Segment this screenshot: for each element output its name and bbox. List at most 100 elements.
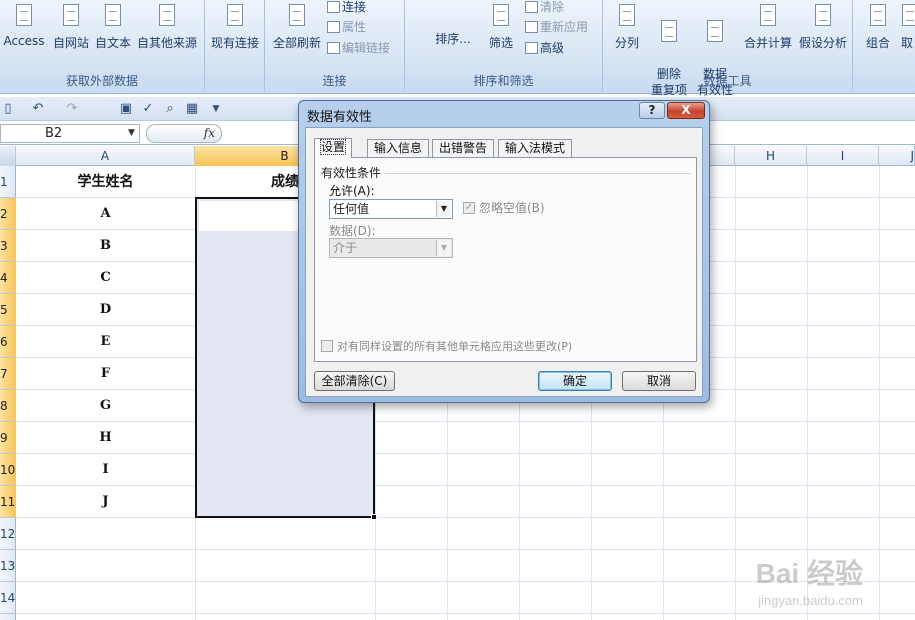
text-file-icon — [102, 4, 124, 32]
edit-links-button[interactable]: 编辑链接 — [327, 39, 390, 56]
row-header[interactable]: 13 — [0, 550, 16, 582]
sort-button[interactable]: 排序... — [433, 30, 473, 47]
data-select[interactable]: 介于 ▼ — [329, 238, 453, 258]
allow-select[interactable]: 任何值 ▼ — [329, 199, 453, 219]
undo-icon[interactable]: ↶ — [30, 101, 46, 117]
redo-icon[interactable]: ↷ — [64, 101, 80, 117]
access-button[interactable]: Access — [0, 4, 48, 48]
section-divider — [385, 173, 691, 174]
tab-settings[interactable]: 设置 — [314, 138, 353, 158]
customize-qat-icon[interactable]: ▼ — [208, 101, 224, 117]
clear-all-button[interactable]: 全部清除(C) — [314, 371, 395, 391]
link-icon — [327, 1, 340, 13]
table-cell[interactable]: A — [16, 198, 195, 230]
active-cell[interactable] — [199, 201, 299, 231]
table-cell[interactable]: D — [16, 294, 195, 326]
column-header[interactable]: H — [735, 146, 807, 166]
filter-button[interactable]: 筛选 — [481, 4, 521, 51]
save-icon[interactable]: ▣ — [118, 101, 134, 117]
ungroup-icon — [899, 4, 915, 32]
funnel-icon — [490, 4, 512, 32]
column-header[interactable]: J — [879, 146, 915, 166]
table-cell[interactable]: H — [16, 422, 195, 454]
columns-icon — [616, 4, 638, 32]
table-cell[interactable]: E — [16, 326, 195, 358]
what-if-analysis-button[interactable]: 假设分析 — [797, 4, 849, 51]
name-box-dropdown-icon[interactable]: ▼ — [128, 128, 135, 138]
gridline — [735, 166, 736, 620]
ok-button[interactable]: 确定 — [538, 371, 612, 391]
chevron-down-icon[interactable]: ▼ — [436, 240, 451, 256]
select-all-corner[interactable] — [0, 146, 16, 166]
group-outline: 组合 取 — [853, 0, 915, 91]
row-header[interactable]: 1 — [0, 166, 16, 198]
existing-connections-button[interactable]: 现有连接 — [207, 4, 263, 51]
help-button[interactable]: ? — [639, 102, 665, 119]
row-header[interactable]: 6 — [0, 326, 16, 358]
clear-icon — [525, 1, 538, 13]
connections-button[interactable]: 连接 — [327, 0, 366, 15]
row-header[interactable]: 5 — [0, 294, 16, 326]
row-header[interactable]: 12 — [0, 518, 16, 550]
group-data-tools: 分列 删除 重复项 数据 有效性 合并计算 假设分析 数据工具 — [603, 0, 853, 97]
spelling-icon[interactable]: ✓ — [140, 101, 156, 117]
new-icon[interactable]: ▯ — [0, 101, 16, 117]
text-to-columns-button[interactable]: 分列 — [609, 4, 645, 51]
fill-handle[interactable] — [371, 514, 377, 520]
refresh-all-button[interactable]: 全部刷新 — [269, 4, 325, 51]
row-header[interactable]: 3 — [0, 230, 16, 262]
table-cell[interactable]: F — [16, 358, 195, 390]
from-web-button[interactable]: 自网站 — [50, 4, 92, 51]
group-existing-connections: 现有连接 — [205, 0, 265, 91]
from-other-sources-button[interactable]: 自其他来源 — [135, 4, 199, 51]
group-button[interactable]: 组合 — [861, 4, 895, 51]
apply-all-checkbox[interactable] — [321, 340, 333, 352]
table-cell[interactable]: I — [16, 454, 195, 486]
table-cell[interactable]: J — [16, 486, 195, 518]
row-header[interactable]: 7 — [0, 358, 16, 390]
column-header[interactable]: A — [16, 146, 195, 166]
row-header[interactable]: 10 — [0, 454, 16, 486]
insert-function-button[interactable]: fx — [146, 124, 222, 143]
row-header[interactable]: 4 — [0, 262, 16, 294]
clear-button[interactable]: 清除 — [525, 0, 564, 15]
table-cell[interactable]: G — [16, 390, 195, 422]
row-header[interactable]: 8 — [0, 390, 16, 422]
fx-icon: fx — [203, 126, 215, 140]
dialog-body: 设置 输入信息 出错警告 输入法模式 有效性条件 允许(A): 任何值 ▼ ✓ … — [305, 127, 703, 397]
header-cell-name[interactable]: 学生姓名 — [16, 166, 195, 198]
web-icon — [60, 4, 82, 32]
tab-ime-mode[interactable]: 输入法模式 — [498, 139, 573, 157]
group-icon — [867, 4, 889, 32]
ignore-blank-checkbox[interactable]: ✓ — [463, 202, 475, 214]
reapply-button[interactable]: 重新应用 — [525, 18, 588, 35]
borders-icon[interactable]: ▦ — [184, 101, 200, 117]
what-if-icon — [812, 4, 834, 32]
chevron-down-icon[interactable]: ▼ — [436, 201, 451, 217]
table-cell[interactable]: B — [16, 230, 195, 262]
advanced-button[interactable]: 高级 — [525, 39, 564, 56]
properties-button[interactable]: 属性 — [327, 18, 366, 35]
close-button[interactable]: X — [667, 102, 705, 119]
table-cell[interactable]: C — [16, 262, 195, 294]
ungroup-button[interactable]: 取 — [899, 4, 915, 51]
allow-label: 允许(A): — [329, 184, 375, 198]
print-preview-icon[interactable]: ⌕ — [162, 101, 178, 117]
name-box[interactable]: B2 — [0, 124, 140, 143]
tab-error-alert[interactable]: 出错警告 — [432, 139, 495, 157]
row-header[interactable]: 9 — [0, 422, 16, 454]
row-header[interactable]: 2 — [0, 198, 16, 230]
consolidate-button[interactable]: 合并计算 — [741, 4, 795, 51]
group-sort-filter: 排序... 筛选 清除 重新应用 高级 排序和筛选 — [405, 0, 603, 91]
row-header[interactable]: 11 — [0, 486, 16, 518]
gridline — [879, 166, 880, 620]
group-label: 连接 — [322, 74, 347, 88]
settings-panel: 有效性条件 允许(A): 任何值 ▼ ✓ 忽略空值(B) 数据(D): 介于 ▼… — [314, 157, 697, 362]
group-label: 数据工具 — [703, 74, 752, 88]
row-header[interactable]: 14 — [0, 582, 16, 614]
from-text-button[interactable]: 自文本 — [93, 4, 133, 51]
cancel-button[interactable]: 取消 — [622, 371, 696, 391]
data-value: 介于 — [333, 241, 358, 255]
tab-input-message[interactable]: 输入信息 — [367, 139, 430, 157]
column-header[interactable]: I — [807, 146, 879, 166]
